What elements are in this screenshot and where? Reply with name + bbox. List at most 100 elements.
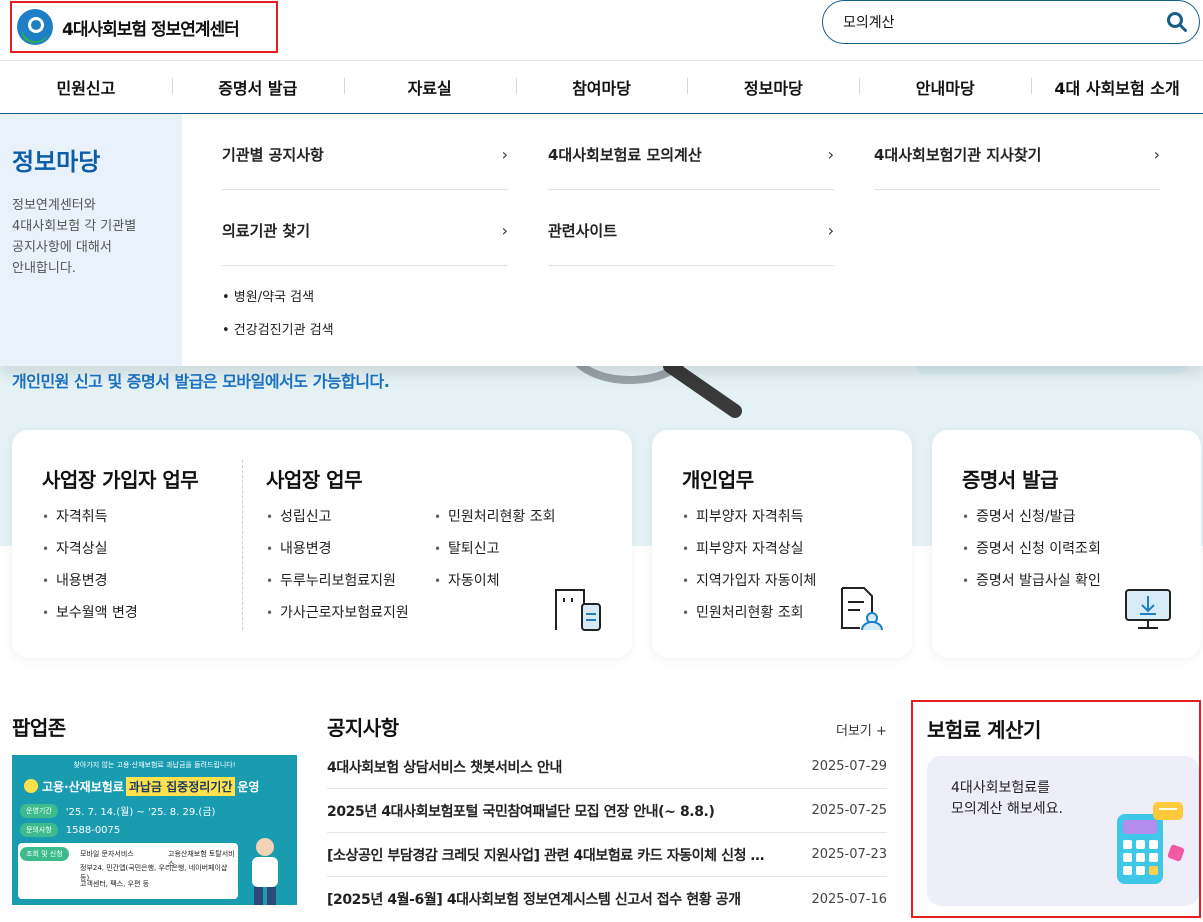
mega-desc-line: 공지사항에 대해서 <box>12 240 112 255</box>
table-row[interactable]: 2025년 4대사회보험포털 국민참여패널단 모집 연장 안내(~ 8.8.) … <box>327 789 887 833</box>
notice-row-title: 4대사회보험 상담서비스 챗봇서비스 안내 <box>327 759 562 776</box>
chevron-right-icon: › <box>827 145 834 164</box>
menu-sublink-checkup-search[interactable]: • 건강검진기관 검색 <box>222 319 334 338</box>
list-item[interactable]: 자격상실 <box>42 533 138 565</box>
card-title-workplace: 사업장 업무 <box>266 468 362 492</box>
certificate-list: 증명서 신청/발급 증명서 신청 이력조회 증명서 발급사실 확인 <box>962 501 1101 597</box>
menu-link-agency-notices[interactable]: 기관별 공지사항 › <box>222 120 508 190</box>
banner-lookup-item: 모바일 문자서비스 <box>80 850 134 858</box>
menu-link-related-sites[interactable]: 관련사이트 › <box>548 196 834 266</box>
popup-zone-title: 팝업존 <box>12 716 66 740</box>
list-item[interactable]: 피부양자 자격취득 <box>682 501 816 533</box>
menu-sublink-hospital-search[interactable]: • 병원/약국 검색 <box>222 286 314 305</box>
nav-item-about[interactable]: 4대 사회보험 소개 <box>1031 75 1203 99</box>
list-item[interactable]: 탈퇴신고 <box>434 533 556 565</box>
list-item[interactable]: 보수월액 변경 <box>42 597 138 629</box>
nav-item-information[interactable]: 정보마당 <box>687 75 859 99</box>
list-item[interactable]: 민원처리현황 조회 <box>682 597 816 629</box>
card-title-subscriber: 사업장 가입자 업무 <box>42 468 199 492</box>
banner-tag: 조회 및 신청 <box>20 847 69 861</box>
list-item[interactable]: 증명서 발급사실 확인 <box>962 565 1101 597</box>
menu-link-label: 기관별 공지사항 <box>222 146 324 164</box>
notice-row-title: 2025년 4대사회보험포털 국민참여패널단 모집 연장 안내(~ 8.8.) <box>327 803 715 820</box>
banner-headline-highlight: 과납금 집중정리기간 <box>125 776 236 796</box>
banner-inquiry: 1588-0075 <box>65 824 121 836</box>
hero-decoration <box>916 366 1186 374</box>
table-row[interactable]: [2025년 4월-6월] 4대사회보험 정보연계시스템 신고서 접수 현황 공… <box>327 877 887 921</box>
nav-item-participation[interactable]: 참여마당 <box>515 75 688 99</box>
global-nav: 민원신고 증명서 발급 자료실 참여마당 정보마당 안내마당 4대 사회보험 소… <box>0 60 1203 114</box>
calculator-text: 4대사회보험료를 모의계산 해보세요. <box>951 778 1063 820</box>
table-row[interactable]: 4대사회보험 상담서비스 챗봇서비스 안내 2025-07-29 <box>327 745 887 789</box>
mega-desc-line: 정보연계센터와 <box>12 198 96 213</box>
list-item[interactable]: 내용변경 <box>266 533 409 565</box>
chevron-right-icon: › <box>827 221 834 240</box>
card-certificate: 증명서 발급 증명서 신청/발급 증명서 신청 이력조회 증명서 발급사실 확인 <box>932 430 1201 658</box>
logo-icon <box>16 8 54 46</box>
check-circle-icon <box>24 779 38 793</box>
list-item[interactable]: 민원처리현황 조회 <box>434 501 556 533</box>
logo-text: 4대사회보험 정보연계센터 <box>62 19 240 40</box>
site-logo[interactable]: 4대사회보험 정보연계센터 <box>10 1 278 53</box>
banner-top-text: 찾아가지 않는 고용·산재보험료 과납금을 돌려드립니다! <box>73 761 236 769</box>
list-item[interactable]: 자격취득 <box>42 501 138 533</box>
hero-text: 개인민원 신고 및 증명서 발급은 모바일에서도 가능합니다. <box>12 372 390 391</box>
search-box[interactable]: 모의계산 <box>822 0 1200 44</box>
nav-item-certificate[interactable]: 증명서 발급 <box>171 75 344 99</box>
menu-link-premium-calc[interactable]: 4대사회보험료 모의계산 › <box>548 120 834 190</box>
calculator-icon <box>1107 798 1197 888</box>
menu-link-medical-finder[interactable]: 의료기관 찾기 › <box>222 196 508 266</box>
banner-period: '25. 7. 14.(월) ~ '25. 8. 29.(금) <box>65 807 216 818</box>
banner-lookup-item: 고객센터, 팩스, 우편 등 <box>80 880 150 888</box>
divider <box>242 460 243 630</box>
chevron-right-icon: › <box>501 145 508 164</box>
calculator-line: 모의계산 해보세요. <box>951 801 1063 817</box>
popup-banner[interactable]: 찾아가지 않는 고용·산재보험료 과납금을 돌려드립니다! 고용·산재보험료 과… <box>12 755 297 905</box>
menu-link-label: 4대사회보험기관 지사찾기 <box>874 146 1042 164</box>
list-item[interactable]: 지역가입자 자동이체 <box>682 565 816 597</box>
mega-menu-sidebar: 정보마당 정보연계센터와 4대사회보험 각 기관별 공지사항에 대해서 안내합니… <box>0 114 182 366</box>
table-row[interactable]: [소상공인 부담경감 크레딧 지원사업] 관련 4대보험료 카드 자동이체 신청… <box>327 833 887 877</box>
card-personal: 개인업무 피부양자 자격취득 피부양자 자격상실 지역가입자 자동이체 민원처리… <box>652 430 912 658</box>
menu-link-label: 의료기관 찾기 <box>222 222 311 240</box>
banner-headline: 고용·산재보험료 과납금 집중정리기간 운영 <box>24 775 289 797</box>
notice-more-link[interactable]: 더보기 + <box>836 720 887 739</box>
card-workplace: 사업장 가입자 업무 자격취득 자격상실 내용변경 보수월액 변경 사업장 업무… <box>12 430 632 658</box>
nav-item-guide[interactable]: 안내마당 <box>859 75 1031 99</box>
nav-item-complaint[interactable]: 민원신고 <box>0 75 172 99</box>
chevron-right-icon: › <box>501 221 508 240</box>
banner-period-row: 운영기간 '25. 7. 14.(월) ~ '25. 8. 29.(금) <box>20 803 215 818</box>
nav-item-archive[interactable]: 자료실 <box>343 75 516 99</box>
calculator-card[interactable]: 4대사회보험료를 모의계산 해보세요. <box>927 756 1199 906</box>
monitor-download-icon <box>1124 586 1174 636</box>
list-item[interactable]: 증명서 신청 이력조회 <box>962 533 1101 565</box>
menu-link-label: 4대사회보험료 모의계산 <box>548 146 702 164</box>
list-item[interactable]: 내용변경 <box>42 565 138 597</box>
personal-list: 피부양자 자격취득 피부양자 자격상실 지역가입자 자동이체 민원처리현황 조회 <box>682 501 816 629</box>
calculator-line: 4대사회보험료를 <box>951 780 1051 796</box>
notice-row-title: [2025년 4월-6월] 4대사회보험 정보연계시스템 신고서 접수 현황 공… <box>327 892 741 908</box>
premium-calculator-section: 보험료 계산기 4대사회보험료를 모의계산 해보세요. <box>911 700 1201 918</box>
list-item[interactable]: 자동이체 <box>434 565 556 597</box>
notice-row-date: 2025-07-16 <box>811 891 887 907</box>
chevron-right-icon: › <box>1153 145 1160 164</box>
list-item[interactable]: 두루누리보험료지원 <box>266 565 409 597</box>
menu-link-branch-finder[interactable]: 4대사회보험기관 지사찾기 › <box>874 120 1160 190</box>
calculator-title: 보험료 계산기 <box>927 718 1041 742</box>
workplace-list-2: 민원처리현황 조회 탈퇴신고 자동이체 <box>434 501 556 597</box>
banner-headline-post: 운영 <box>237 779 260 794</box>
card-title-certificate: 증명서 발급 <box>962 468 1058 492</box>
list-item[interactable]: 성립신고 <box>266 501 409 533</box>
person-illustration <box>240 835 290 905</box>
search-icon[interactable] <box>1155 2 1199 42</box>
notice-row-date: 2025-07-25 <box>811 803 887 818</box>
list-item[interactable]: 가사근로자보험료지원 <box>266 597 409 629</box>
banner-headline-pre: 고용·산재보험료 <box>42 779 124 794</box>
building-icon <box>554 586 604 636</box>
mega-menu-title: 정보마당 <box>12 148 101 176</box>
search-input[interactable]: 모의계산 <box>843 12 1155 32</box>
site-header: 4대사회보험 정보연계센터 모의계산 <box>0 0 1203 60</box>
mega-menu-description: 정보연계센터와 4대사회보험 각 기관별 공지사항에 대해서 안내합니다. <box>12 195 170 279</box>
list-item[interactable]: 증명서 신청/발급 <box>962 501 1101 533</box>
list-item[interactable]: 피부양자 자격상실 <box>682 533 816 565</box>
